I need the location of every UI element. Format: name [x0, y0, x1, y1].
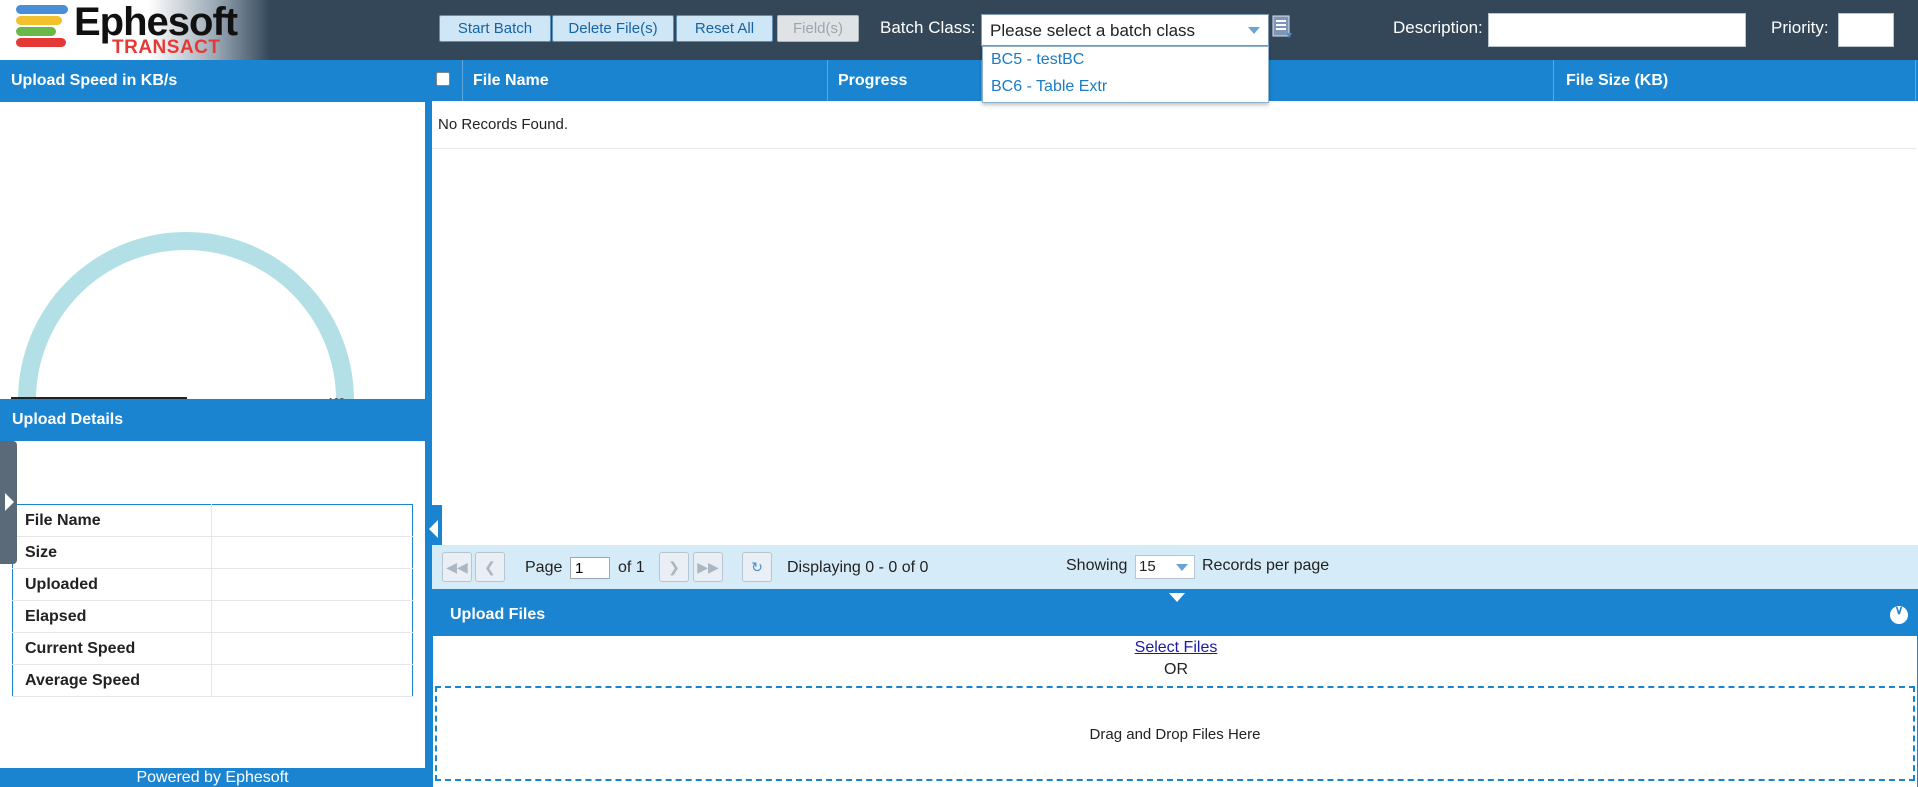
first-page-button[interactable]: ◀◀ — [442, 552, 472, 582]
batch-class-info-icon[interactable] — [1272, 15, 1294, 41]
batch-class-label: Batch Class: — [880, 18, 976, 37]
detail-value — [211, 568, 413, 601]
upload-details-header: Upload Details — [0, 399, 425, 441]
detail-value — [211, 664, 413, 697]
table-row: File Name — [12, 504, 413, 537]
table-row: Uploaded — [12, 568, 413, 601]
last-page-icon: ▶▶ — [697, 559, 719, 575]
batch-class-dropdown: BC5 - testBC BC6 - Table Extr — [982, 46, 1269, 103]
records-per-page-select[interactable]: 15 — [1135, 555, 1195, 579]
priority-input[interactable] — [1838, 13, 1894, 47]
logo-product: TRANSACT — [112, 37, 221, 58]
priority-label: Priority: — [1771, 18, 1829, 37]
batch-class-option[interactable]: BC5 - testBC — [983, 47, 1268, 74]
detail-label: Size — [12, 536, 212, 569]
table-row: Average Speed — [12, 664, 413, 697]
upload-area: Select Files OR Drag and Drop Files Here — [432, 636, 1918, 787]
drop-zone-text: Drag and Drop Files Here — [1089, 726, 1261, 743]
prev-page-button[interactable]: ❮ — [475, 552, 505, 582]
table-row: Size — [12, 536, 413, 569]
detail-label: Uploaded — [12, 568, 212, 601]
gauge-arc — [18, 232, 354, 400]
detail-label: Current Speed — [12, 632, 212, 665]
detail-value — [211, 600, 413, 633]
start-batch-button[interactable]: Start Batch — [439, 15, 551, 42]
panel-splitter[interactable] — [425, 60, 432, 787]
powered-by-footer: Powered by Ephesoft — [0, 768, 425, 787]
refresh-icon: ↻ — [751, 559, 763, 575]
chevron-down-icon — [1176, 564, 1188, 571]
ephesoft-logo: Ephesoft TRANSACT — [0, 0, 270, 60]
chevron-right-icon — [5, 493, 14, 511]
drop-zone[interactable]: Drag and Drop Files Here — [435, 686, 1915, 781]
records-per-page-label: Records per page — [1202, 557, 1330, 574]
collapse-grid-tab[interactable] — [1143, 589, 1211, 607]
first-page-icon: ◀◀ — [446, 559, 468, 575]
column-file-name[interactable]: File Name — [463, 60, 828, 101]
description-label: Description: — [1393, 18, 1483, 37]
upload-speed-header: Upload Speed in KB/s — [0, 60, 425, 102]
showing-label: Showing — [1066, 557, 1128, 574]
top-bar: Ephesoft TRANSACT Start Batch Delete Fil… — [0, 0, 1918, 60]
refresh-button[interactable]: ↻ — [742, 552, 772, 582]
select-all-checkbox[interactable] — [436, 72, 450, 86]
next-page-button[interactable]: ❯ — [659, 552, 689, 582]
page-label: Page — [525, 559, 563, 576]
description-input[interactable] — [1488, 13, 1746, 47]
batch-class-value: Please select a batch class — [990, 21, 1196, 40]
last-page-button[interactable]: ▶▶ — [693, 552, 723, 582]
detail-label: Elapsed — [12, 600, 212, 633]
upload-speed-gauge: 0 100 — [0, 160, 425, 410]
prev-page-icon: ❮ — [484, 559, 496, 575]
detail-label: Average Speed — [12, 664, 212, 697]
chevron-down-icon — [1248, 27, 1260, 34]
collapse-upload-button[interactable]: ∨ — [1890, 603, 1908, 624]
page-count: of 1 — [618, 559, 645, 576]
or-separator: OR — [1164, 661, 1188, 678]
page-number-input[interactable] — [570, 557, 610, 579]
empty-grid-message: No Records Found. — [438, 116, 569, 133]
reset-all-button[interactable]: Reset All — [676, 15, 773, 42]
detail-value — [211, 504, 413, 537]
batch-class-option[interactable]: BC6 - Table Extr — [983, 74, 1268, 101]
chevron-down-icon — [1169, 593, 1185, 602]
next-page-icon: ❯ — [668, 559, 680, 575]
expand-panel-tab[interactable] — [0, 441, 17, 564]
upload-files-title: Upload Files — [450, 606, 546, 623]
column-progress[interactable]: Progress — [828, 60, 982, 101]
batch-class-select[interactable]: Please select a batch class — [981, 14, 1269, 46]
displaying-text: Displaying 0 - 0 of 0 — [787, 559, 929, 576]
table-row: Current Speed — [12, 632, 413, 665]
upload-details-table: File Name Size Uploaded Elapsed Current … — [12, 504, 413, 697]
chevron-left-icon — [429, 520, 438, 538]
detail-value — [211, 536, 413, 569]
select-all-column — [432, 60, 463, 101]
table-row: Elapsed — [12, 600, 413, 633]
left-panel: Upload Speed in KB/s 0 100 Upload Detail… — [0, 60, 425, 787]
delete-files-button[interactable]: Delete File(s) — [552, 15, 674, 42]
detail-value — [211, 632, 413, 665]
records-per-page-value: 15 — [1139, 558, 1156, 575]
logo-mark — [16, 3, 72, 49]
app-root: Ephesoft TRANSACT Start Batch Delete Fil… — [0, 0, 1918, 787]
detail-label: File Name — [12, 504, 212, 537]
select-files-link[interactable]: Select Files — [433, 639, 1918, 657]
pager-bar: ◀◀ ❮ Page of 1 ❯ ▶▶ ↻ Displaying 0 - 0 o… — [432, 545, 1918, 589]
column-file-size[interactable]: File Size (KB) — [1554, 60, 1916, 101]
fields-button[interactable]: Field(s) — [777, 15, 859, 42]
row-divider — [432, 148, 1916, 149]
double-chevron-down-icon: ∨ — [1894, 603, 1904, 617]
